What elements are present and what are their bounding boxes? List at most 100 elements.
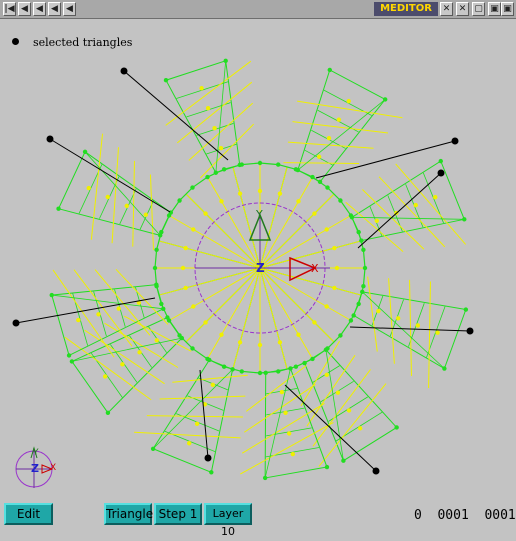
mesh-viewport[interactable]: Y X Z Y X Z (0, 20, 516, 498)
mesh-edge (300, 340, 341, 407)
mesh-node (154, 282, 159, 287)
mesh-spoke (168, 215, 261, 269)
axis-gizmo-corner: Y X Z (15, 446, 56, 488)
mesh-node (263, 370, 268, 376)
inner-node (237, 191, 243, 196)
mesh-node (435, 330, 440, 335)
mesh-edge (297, 99, 386, 171)
mesh-node (338, 333, 343, 338)
maximize-icon[interactable]: ▣ (501, 2, 514, 16)
callout-line (357, 172, 442, 249)
mesh-edge (200, 123, 254, 179)
inner-node (332, 245, 337, 251)
mesh-node (105, 194, 110, 200)
callout-marker (204, 454, 212, 462)
mesh-edge (292, 121, 389, 134)
mesh-node (438, 158, 443, 164)
mesh-node (69, 359, 75, 364)
inner-node (191, 304, 196, 309)
inner-node (277, 340, 283, 345)
callout-line (284, 384, 377, 472)
callout-marker (437, 169, 445, 177)
mesh-node (116, 306, 121, 311)
mesh-node (326, 136, 332, 141)
mesh-node (323, 347, 329, 352)
callout-marker (120, 67, 128, 75)
x-axis-label: X (311, 262, 319, 275)
mesh-node (327, 67, 332, 73)
mesh-edge (176, 81, 253, 144)
mesh-edge (283, 162, 360, 164)
left-arrow-icon[interactable]: ◀ (33, 2, 46, 16)
left-arrow-icon[interactable]: ◀ (18, 2, 31, 16)
edit-button[interactable]: Edit (4, 503, 53, 525)
mesh-edge (132, 160, 135, 247)
mesh-node (463, 307, 469, 312)
first-icon[interactable]: |◀ (3, 2, 16, 16)
inner-node (324, 227, 329, 232)
mesh-node (257, 160, 263, 166)
mesh-node (336, 117, 342, 122)
inner-node (219, 199, 224, 204)
mesh-edge (134, 431, 241, 439)
left-arrow-icon[interactable]: ◀ (63, 2, 76, 16)
layer-button[interactable]: Layer 10 (204, 503, 252, 538)
close-icon[interactable]: ✕ (456, 2, 469, 16)
maximize-icon[interactable]: ▣ (488, 2, 501, 16)
mesh-node (341, 458, 346, 463)
step-button[interactable]: Step 1 (154, 503, 202, 525)
mesh-edge (409, 279, 412, 376)
mesh-node (276, 162, 281, 167)
mesh-spoke (185, 267, 261, 343)
mesh-node (262, 475, 268, 481)
mesh-node (152, 265, 158, 271)
mesh-spoke (168, 267, 261, 321)
mesh-node (288, 366, 293, 371)
mesh-spoke (259, 193, 335, 269)
mesh-edge (351, 216, 465, 220)
mesh-node (413, 202, 418, 208)
z-axis-label: Z (256, 261, 265, 275)
mesh-edge (367, 276, 378, 352)
callout-line (123, 70, 229, 161)
callout-marker (46, 135, 54, 143)
mesh-node (295, 167, 301, 173)
inner-node (219, 332, 224, 337)
mesh-edge (362, 189, 425, 250)
triangle-button[interactable]: Triangle (104, 503, 153, 525)
mesh-node (317, 179, 323, 185)
mesh-node (190, 346, 195, 351)
mesh-spoke (259, 215, 352, 269)
restore-icon[interactable]: ▢ (472, 2, 485, 16)
callout-line (315, 140, 456, 179)
inner-node (183, 285, 188, 291)
inner-node (324, 304, 329, 309)
mesh-node (442, 366, 447, 371)
mesh-edge (90, 133, 104, 240)
close-icon[interactable]: ✕ (440, 2, 453, 16)
mesh-node (199, 86, 204, 91)
mesh-node (76, 317, 81, 323)
mesh-edge (378, 176, 446, 248)
left-arrow-icon[interactable]: ◀ (48, 2, 61, 16)
mesh-node (362, 265, 368, 271)
mesh-node (210, 382, 215, 388)
mesh-node (357, 426, 363, 431)
mesh-node (143, 212, 149, 217)
mesh-spoke (232, 267, 261, 370)
inner-node (191, 227, 196, 232)
mesh-spoke (259, 176, 313, 269)
mesh-node (205, 174, 210, 180)
inner-node (237, 340, 243, 345)
callout-line (199, 369, 209, 459)
mesh-node (349, 215, 355, 220)
mesh-node (150, 446, 156, 451)
inner-node (296, 199, 301, 204)
mesh-node (338, 198, 343, 203)
svg-text:X: X (50, 463, 56, 473)
mesh-node (462, 217, 467, 222)
mesh-node (194, 421, 200, 426)
mesh-spoke (158, 240, 261, 269)
mesh-node (179, 335, 185, 341)
mesh-node (293, 364, 299, 369)
